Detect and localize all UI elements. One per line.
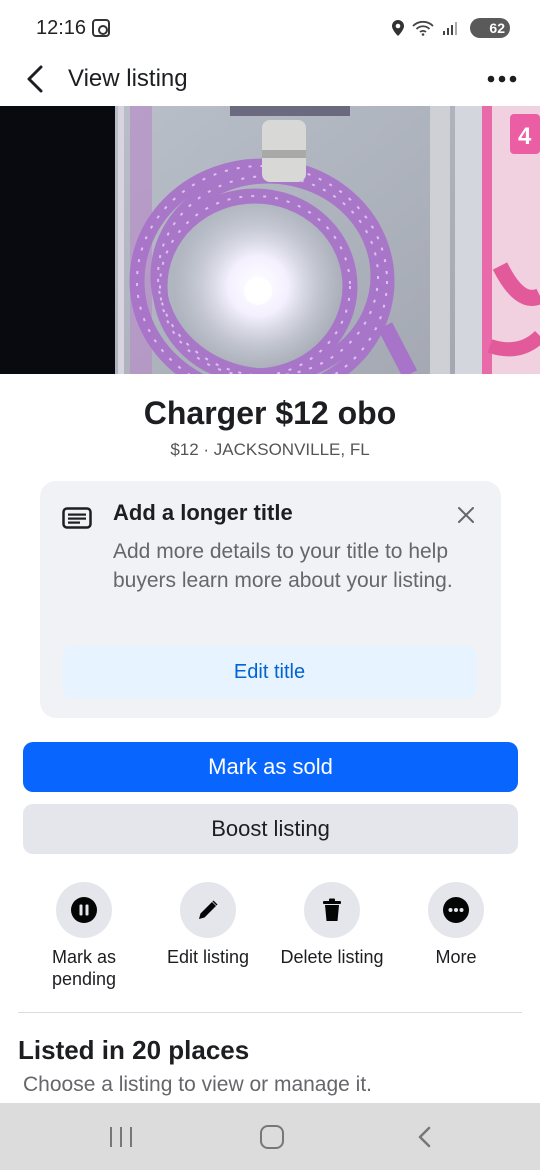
battery-indicator: 62 [470,18,510,38]
listing-price-location: $12 · JACKSONVILLE, FL [170,440,370,459]
listing-photo-image: 4 [0,106,540,374]
app-header: View listing [0,56,540,106]
wifi-icon [412,20,434,36]
mark-as-sold-button[interactable]: Mark as sold [23,742,518,792]
more-horizontal-icon [443,897,469,923]
listing-photo[interactable]: 4 [0,106,540,374]
tip-close-button[interactable] [454,503,478,527]
tip-description: Add more details to your title to help b… [113,540,453,592]
mark-as-pending-circle[interactable] [56,882,112,938]
more-options-button[interactable] [484,64,520,94]
listed-places-subtitle: Choose a listing to view or manage it. [23,1073,373,1096]
more-dots-icon [487,75,517,83]
location-icon [392,20,404,36]
listing-title: Charger $12 obo [143,395,397,431]
battery-level: 62 [489,20,505,36]
delete-listing-action[interactable]: Delete listing [270,882,394,968]
svg-text:4: 4 [518,123,532,150]
tip-title: Add a longer title [113,500,293,525]
delete-listing-circle[interactable] [304,882,360,938]
more-circle[interactable] [428,882,484,938]
edit-title-button[interactable]: Edit title [62,646,477,698]
mark-as-pending-label: Mark as pending [51,947,117,989]
trash-icon [323,898,341,921]
edit-listing-action[interactable]: Edit listing [146,882,270,968]
back-arrow-icon [27,65,43,93]
recents-button[interactable] [110,1127,132,1147]
document-lines-icon [62,507,92,529]
screenshot-icon [92,19,110,37]
status-time: 12:16 [36,17,87,39]
delete-listing-label: Delete listing [280,947,384,967]
pause-icon [71,897,97,923]
system-nav-bar [0,1103,540,1170]
status-icons: 62 [392,17,510,39]
listed-places-title: Listed in 20 places [18,1035,250,1065]
back-button[interactable] [18,62,52,96]
edit-listing-label: Edit listing [166,947,250,967]
edit-listing-circle[interactable] [180,882,236,938]
page-title: View listing [68,65,188,92]
close-icon [458,507,474,523]
longer-title-tip-card: Add a longer title Add more details to y… [40,481,501,718]
home-button[interactable] [260,1125,284,1149]
system-back-icon[interactable] [413,1125,437,1149]
pencil-icon [199,900,218,919]
status-bar: 12:16 62 [0,0,540,56]
mark-as-pending-action[interactable]: Mark as pending [22,882,146,990]
section-divider [18,1012,522,1013]
more-action[interactable]: More [394,882,518,968]
boost-listing-button[interactable]: Boost listing [23,804,518,854]
signal-icon [443,22,457,35]
more-label: More [435,947,477,967]
